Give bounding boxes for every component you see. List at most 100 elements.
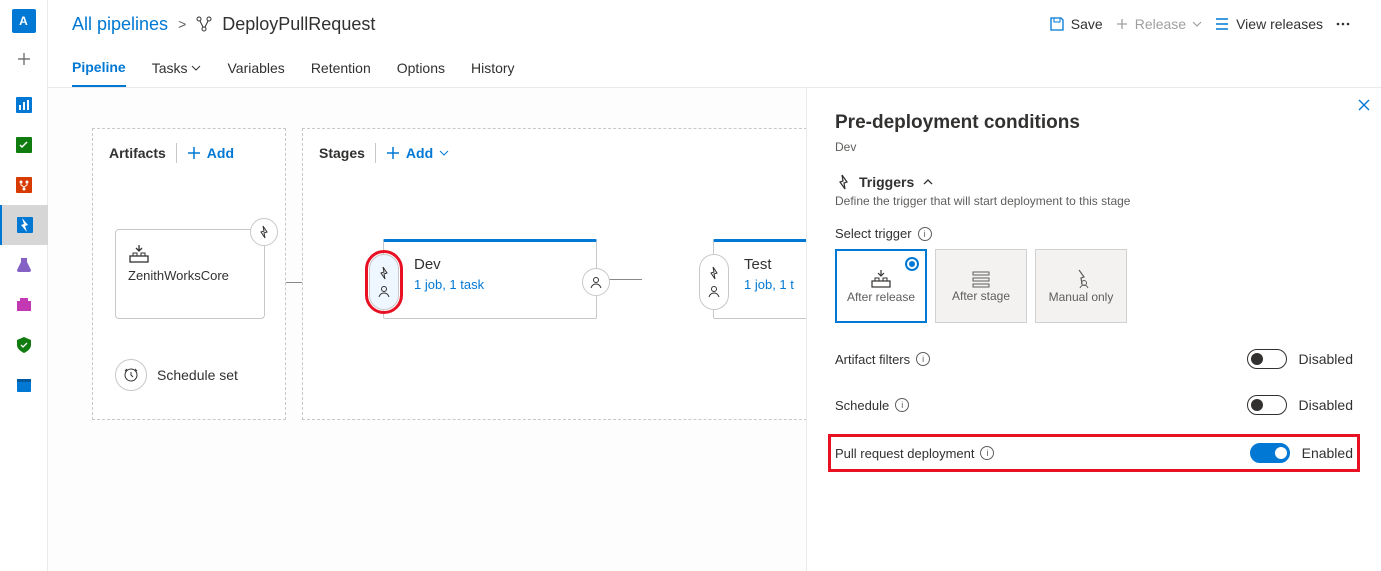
nav-compliance[interactable] xyxy=(0,325,48,365)
view-releases-label: View releases xyxy=(1236,16,1323,32)
artifacts-title: Artifacts xyxy=(109,145,166,161)
pipeline-canvas: Artifacts Add ZenithWorksCore Schedule s… xyxy=(48,88,1381,571)
left-nav-rail: A xyxy=(0,0,48,571)
pr-deploy-label: Pull request deployment xyxy=(835,446,974,461)
tile-label: After release xyxy=(847,291,915,304)
tile-label: After stage xyxy=(952,290,1010,303)
add-artifact-label: Add xyxy=(207,145,234,161)
pre-deployment-conditions-button[interactable] xyxy=(699,254,729,310)
tabs: Pipeline Tasks Variables Retention Optio… xyxy=(48,48,1381,88)
tab-retention[interactable]: Retention xyxy=(311,50,371,86)
chevron-down-icon xyxy=(1192,19,1202,29)
schedule-row: Schedulei Disabled xyxy=(835,395,1353,415)
pull-request-deployment-row: Pull request deployment i Enabled xyxy=(835,441,1353,465)
triggers-heading: Triggers xyxy=(859,174,914,190)
tab-tasks-label: Tasks xyxy=(152,60,188,76)
tab-pipeline[interactable]: Pipeline xyxy=(72,49,126,87)
artifact-filters-label: Artifact filters xyxy=(835,352,910,367)
add-stage-label: Add xyxy=(406,145,433,161)
tile-label: Manual only xyxy=(1049,291,1114,304)
lightning-icon xyxy=(377,266,391,280)
tab-variables[interactable]: Variables xyxy=(227,50,284,86)
tab-options[interactable]: Options xyxy=(397,50,445,86)
stages-title: Stages xyxy=(319,145,365,161)
stage-dev[interactable]: Dev 1 job, 1 task xyxy=(383,239,597,319)
chevron-up-icon xyxy=(922,176,934,188)
post-deployment-conditions-button[interactable] xyxy=(582,268,610,296)
artifact-filters-state: Disabled xyxy=(1299,351,1353,367)
schedule-label: Schedule xyxy=(835,398,889,413)
pre-deployment-conditions-button[interactable] xyxy=(369,254,399,310)
pre-deployment-panel: Pre-deployment conditions Dev Triggers D… xyxy=(806,88,1381,571)
stages-column: Stages Add Dev 1 job, 1 task xyxy=(302,128,842,420)
nav-boards[interactable] xyxy=(0,125,48,165)
schedule-label: Schedule set xyxy=(157,367,238,383)
build-icon xyxy=(128,244,150,264)
manual-icon xyxy=(1071,269,1091,289)
lightning-icon xyxy=(257,225,271,239)
chevron-down-icon xyxy=(439,148,449,158)
nav-overview[interactable] xyxy=(0,85,48,125)
info-icon[interactable]: i xyxy=(980,446,994,460)
artifact-filters-toggle[interactable] xyxy=(1247,349,1287,369)
artifacts-column: Artifacts Add ZenithWorksCore Schedule s… xyxy=(92,128,286,420)
trigger-after-stage[interactable]: After stage xyxy=(935,249,1027,323)
person-icon xyxy=(589,275,603,289)
info-icon[interactable]: i xyxy=(895,398,909,412)
breadcrumb-separator: > xyxy=(178,16,186,32)
select-trigger-label: Select trigger i xyxy=(835,226,1353,241)
schedule-toggle[interactable] xyxy=(1247,395,1287,415)
breadcrumb-root[interactable]: All pipelines xyxy=(72,14,168,35)
person-icon xyxy=(707,284,721,298)
plus-icon xyxy=(386,146,400,160)
header: All pipelines > DeployPullRequest Save R… xyxy=(48,0,1381,48)
nav-pipelines[interactable] xyxy=(0,205,48,245)
plus-icon xyxy=(187,146,201,160)
artifact-name: ZenithWorksCore xyxy=(128,268,252,283)
tab-tasks[interactable]: Tasks xyxy=(152,50,202,86)
stage-jobs-link[interactable]: 1 job, 1 task xyxy=(414,277,578,292)
artifact-card[interactable]: ZenithWorksCore xyxy=(115,229,265,319)
nav-testplans[interactable] xyxy=(0,245,48,285)
save-button[interactable]: Save xyxy=(1043,12,1109,36)
artifact-trigger-toggle[interactable] xyxy=(250,218,278,246)
trigger-after-release[interactable]: After release xyxy=(835,249,927,323)
avatar[interactable]: A xyxy=(12,9,36,33)
ellipsis-icon xyxy=(1335,16,1351,32)
panel-title: Pre-deployment conditions xyxy=(835,112,1353,134)
stage-icon xyxy=(971,270,991,288)
clock-icon xyxy=(123,367,139,383)
save-label: Save xyxy=(1071,16,1103,32)
nav-repos[interactable] xyxy=(0,165,48,205)
triggers-section[interactable]: Triggers xyxy=(835,174,1353,190)
stage-name: Dev xyxy=(414,256,578,273)
release-label: Release xyxy=(1135,16,1186,32)
lightning-icon xyxy=(835,174,851,190)
trigger-manual-only[interactable]: Manual only xyxy=(1035,249,1127,323)
plus-icon xyxy=(1115,17,1129,31)
triggers-description: Define the trigger that will start deplo… xyxy=(835,194,1353,208)
panel-subtitle: Dev xyxy=(835,140,1353,154)
chevron-down-icon xyxy=(191,63,201,73)
pipeline-name: DeployPullRequest xyxy=(222,14,375,35)
add-artifact-button[interactable]: Add xyxy=(187,145,234,161)
pr-deploy-state: Enabled xyxy=(1302,445,1353,461)
breadcrumb: All pipelines > DeployPullRequest xyxy=(72,14,375,35)
nav-calendar[interactable] xyxy=(0,365,48,405)
info-icon[interactable]: i xyxy=(916,352,930,366)
view-releases-button[interactable]: View releases xyxy=(1208,12,1329,36)
tab-history[interactable]: History xyxy=(471,50,515,86)
divider xyxy=(375,143,376,163)
lightning-icon xyxy=(707,266,721,280)
artifact-filters-row: Artifact filters i Disabled xyxy=(835,349,1353,369)
save-icon xyxy=(1049,16,1065,32)
release-icon xyxy=(870,269,892,289)
more-menu[interactable] xyxy=(1329,12,1357,36)
add-stage-button[interactable]: Add xyxy=(386,145,449,161)
close-button[interactable] xyxy=(1357,98,1371,112)
pr-deploy-toggle[interactable] xyxy=(1250,443,1290,463)
schedule-chip[interactable]: Schedule set xyxy=(115,359,238,391)
info-icon[interactable]: i xyxy=(918,227,932,241)
nav-artifacts[interactable] xyxy=(0,285,48,325)
rail-add-icon[interactable] xyxy=(12,47,36,71)
